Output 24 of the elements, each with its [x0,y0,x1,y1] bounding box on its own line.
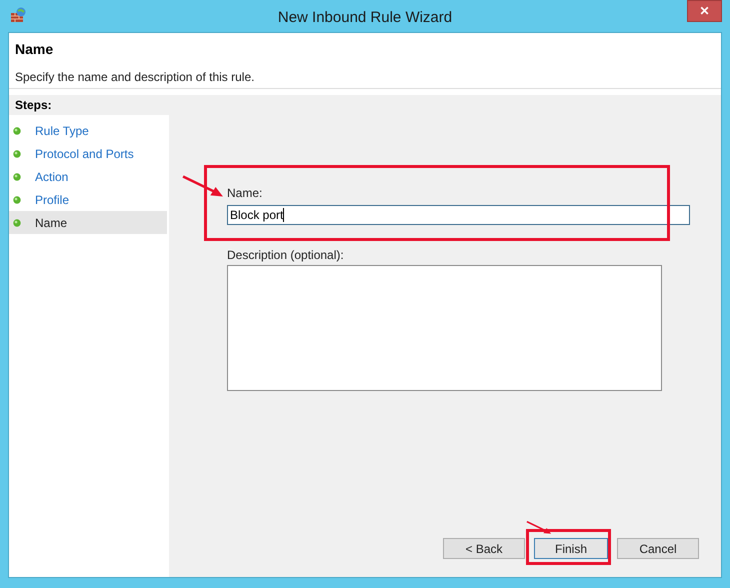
description-field[interactable] [227,265,662,391]
step-dot-icon [13,172,21,180]
wizard-button[interactable]: Finish [534,538,608,559]
window-title: New Inbound Rule Wizard [278,8,452,28]
step-dot-icon [13,126,21,134]
step-item[interactable]: Rule Type [9,119,167,142]
firewall-icon [10,7,26,23]
page-heading: Name [15,40,54,59]
step-item[interactable]: Action [9,165,167,188]
wizard-button[interactable]: Cancel [617,538,699,559]
step-item[interactable]: Profile [9,188,167,211]
step-dot-icon [13,150,21,158]
page-description: Specify the name and description of this rule. [15,69,256,86]
step-dot-icon [13,218,21,226]
name-field[interactable]: Block port [227,205,690,225]
close-button[interactable]: ✕ [687,0,722,22]
name-label: Name: [227,185,264,202]
steps-heading: Steps: [15,97,52,114]
annotation-arrow [182,175,224,199]
step-dot-icon [13,196,21,204]
step-item[interactable]: Name [9,211,167,234]
wizard-button[interactable]: < Back [443,538,525,559]
step-item[interactable]: Protocol and Ports [9,142,167,165]
description-label: Description (optional): [227,247,345,264]
